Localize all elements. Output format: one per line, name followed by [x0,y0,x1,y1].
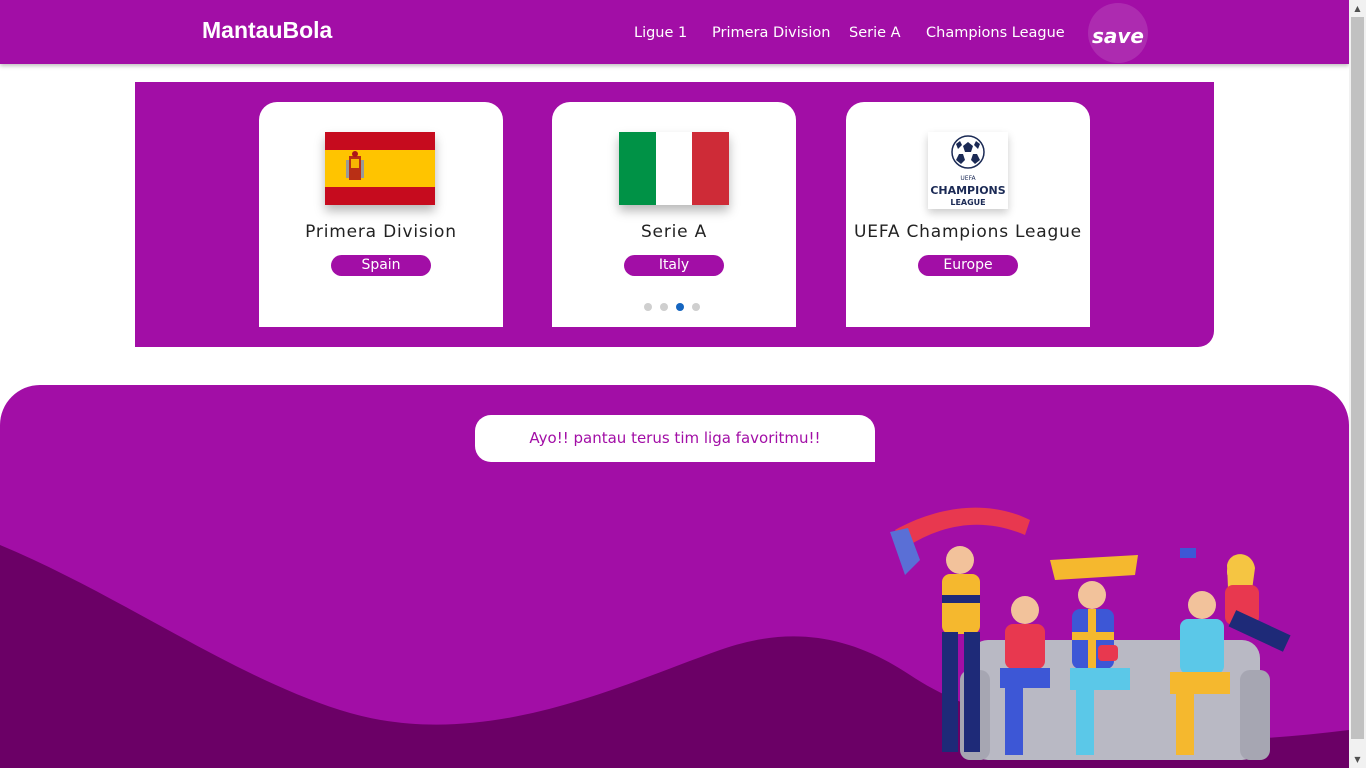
card-title: UEFA Champions League [854,222,1082,242]
spain-flag-icon [325,132,435,205]
carousel-dot[interactable] [660,303,668,311]
nav-link-ligue-1[interactable]: Ligue 1 [634,25,687,41]
league-carousel: Primera Division Spain Serie A Italy UEF… [135,82,1214,347]
nav-link-serie-a[interactable]: Serie A [849,25,901,41]
vertical-scrollbar[interactable]: ▲ ▼ [1349,0,1366,768]
navbar: MantauBola Ligue 1 Primera Division Seri… [0,0,1349,64]
fans-cheering-illustration-icon [890,507,1291,760]
country-badge: Spain [331,255,431,276]
country-badge: Europe [918,255,1018,276]
carousel-dot-active[interactable] [676,303,684,311]
card-title: Serie A [640,222,708,242]
save-button[interactable]: save [1088,3,1148,63]
carousel-dot[interactable] [692,303,700,311]
card-title: Primera Division [305,222,457,242]
hero-section: Ayo!! pantau terus tim liga favoritmu!! [0,385,1349,768]
logo-text-league: LEAGUE [950,198,985,207]
league-card-primera-division[interactable]: Primera Division Spain [259,102,503,327]
champions-league-logo-icon: UEFA CHAMPIONS LEAGUE [928,132,1008,209]
page: MantauBola Ligue 1 Primera Division Seri… [0,0,1366,768]
nav-link-champions-league[interactable]: Champions League [926,25,1065,41]
logo-text-champions: CHAMPIONS [930,184,1005,197]
league-card-champions-league[interactable]: UEFA CHAMPIONS LEAGUE UEFA Champions Lea… [846,102,1090,327]
scroll-down-arrow-icon[interactable]: ▼ [1349,751,1366,768]
logo-text-uefa: UEFA [960,175,976,182]
scroll-thumb[interactable] [1351,17,1364,739]
league-card-serie-a[interactable]: Serie A Italy [552,102,796,327]
hero-message: Ayo!! pantau terus tim liga favoritmu!! [475,415,875,462]
country-badge: Italy [624,255,724,276]
carousel-dot[interactable] [644,303,652,311]
nav-link-primera-division[interactable]: Primera Division [712,25,830,41]
carousel-dots [644,303,704,313]
italy-flag-icon [619,132,729,205]
scroll-up-arrow-icon[interactable]: ▲ [1349,0,1366,17]
